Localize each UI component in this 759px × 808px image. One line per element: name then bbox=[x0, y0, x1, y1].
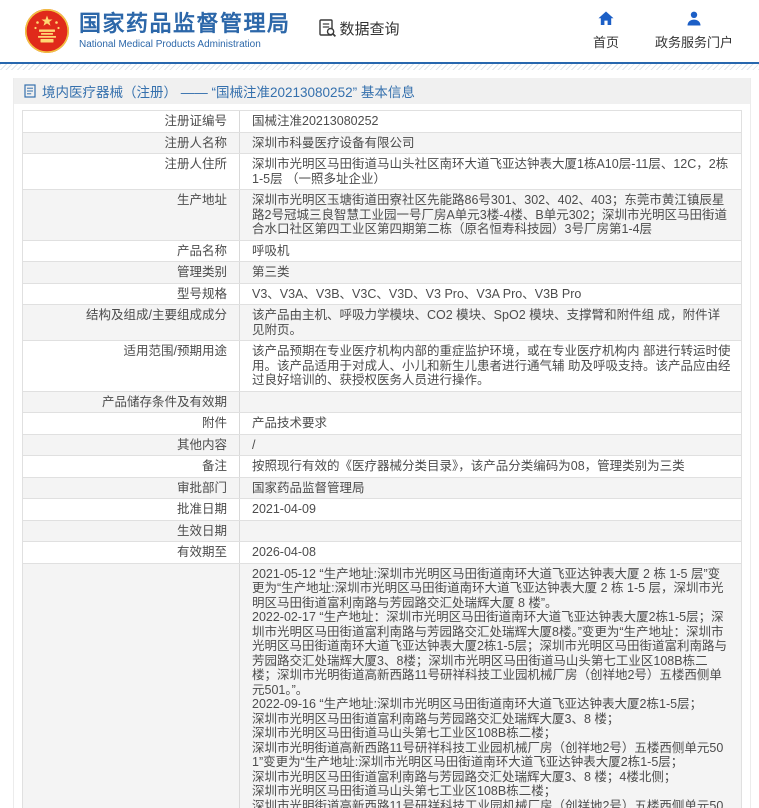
document-icon bbox=[24, 84, 36, 98]
row-label bbox=[23, 564, 239, 808]
row-label: 审批部门 bbox=[23, 478, 239, 499]
row-label: 批准日期 bbox=[23, 499, 239, 520]
row-label: 适用范围/预期用途 bbox=[23, 341, 239, 391]
row-label: 备注 bbox=[23, 456, 239, 477]
row-value: 产品技术要求 bbox=[239, 413, 741, 434]
table-row: 2021-05-12 “生产地址:深圳市光明区马田街道南环大道飞亚达钟表大厦 2… bbox=[23, 564, 741, 808]
data-search-icon bbox=[317, 18, 337, 38]
table-row: 产品储存条件及有效期 bbox=[23, 392, 741, 414]
site-subtitle: National Medical Products Administration bbox=[79, 39, 291, 50]
row-value: 第三类 bbox=[239, 262, 741, 283]
nav-home[interactable]: 首页 bbox=[593, 11, 619, 51]
table-row: 附件 产品技术要求 bbox=[23, 413, 741, 435]
row-value: V3、V3A、V3B、V3C、V3D、V3 Pro、V3A Pro、V3B Pr… bbox=[239, 284, 741, 305]
info-table: 注册证编号 国械注准20213080252 注册人名称 深圳市科曼医疗设备有限公… bbox=[22, 110, 742, 808]
row-value: 国家药品监督管理局 bbox=[239, 478, 741, 499]
row-value: / bbox=[239, 435, 741, 456]
row-label: 型号规格 bbox=[23, 284, 239, 305]
row-value: 2021-04-09 bbox=[239, 499, 741, 520]
row-value: 深圳市光明区马田街道马山头社区南环大道飞亚达钟表大厦1栋A10层-11层、12C… bbox=[239, 154, 741, 189]
table-row: 审批部门 国家药品监督管理局 bbox=[23, 478, 741, 500]
row-value: 按照现行有效的《医疗器械分类目录》，该产品分类编码为08，管理类别为三类 bbox=[239, 456, 741, 477]
home-icon bbox=[598, 11, 614, 29]
row-value: 深圳市科曼医疗设备有限公司 bbox=[239, 133, 741, 154]
table-row: 管理类别 第三类 bbox=[23, 262, 741, 284]
page: 国家药品监督管理局 National Medical Products Admi… bbox=[0, 0, 759, 808]
row-label: 附件 bbox=[23, 413, 239, 434]
row-label: 管理类别 bbox=[23, 262, 239, 283]
content-container: 境内医疗器械（注册） —— “国械注准20213080252” 基本信息 注册证… bbox=[13, 78, 751, 808]
table-row: 注册人住所 深圳市光明区马田街道马山头社区南环大道飞亚达钟表大厦1栋A10层-1… bbox=[23, 154, 741, 190]
table-row: 备注 按照现行有效的《医疗器械分类目录》，该产品分类编码为08，管理类别为三类 bbox=[23, 456, 741, 478]
row-value: 呼吸机 bbox=[239, 241, 741, 262]
data-query-label: 数据查询 bbox=[340, 18, 400, 39]
row-value: 2021-05-12 “生产地址:深圳市光明区马田街道南环大道飞亚达钟表大厦 2… bbox=[239, 564, 741, 808]
table-row: 适用范围/预期用途 该产品预期在专业医疗机构内部的重症监护环境，或在专业医疗机构… bbox=[23, 341, 741, 392]
brand-logo[interactable]: 国家药品监督管理局 National Medical Products Admi… bbox=[24, 8, 291, 54]
row-label: 产品储存条件及有效期 bbox=[23, 392, 239, 413]
nav-home-label: 首页 bbox=[593, 32, 619, 51]
table-row: 批准日期 2021-04-09 bbox=[23, 499, 741, 521]
row-label: 注册人名称 bbox=[23, 133, 239, 154]
table-row: 生效日期 bbox=[23, 521, 741, 543]
nav-gov-portal[interactable]: 政务服务门户 bbox=[655, 11, 733, 51]
row-label: 结构及组成/主要组成成分 bbox=[23, 305, 239, 340]
table-row: 注册人名称 深圳市科曼医疗设备有限公司 bbox=[23, 133, 741, 155]
site-header: 国家药品监督管理局 National Medical Products Admi… bbox=[0, 0, 759, 62]
breadcrumb-text: 境内医疗器械（注册） —— “国械注准20213080252” 基本信息 bbox=[42, 81, 415, 101]
row-value: 国械注准20213080252 bbox=[239, 111, 741, 132]
table-row: 生产地址 深圳市光明区玉塘街道田寮社区先能路86号301、302、402、403… bbox=[23, 190, 741, 241]
row-label: 生效日期 bbox=[23, 521, 239, 542]
top-nav: 首页 政务服务门户 bbox=[593, 11, 739, 51]
table-row: 其他内容 / bbox=[23, 435, 741, 457]
national-emblem-icon bbox=[24, 8, 70, 54]
breadcrumb: 境内医疗器械（注册） —— “国械注准20213080252” 基本信息 bbox=[14, 78, 750, 104]
row-value: 深圳市光明区玉塘街道田寮社区先能路86号301、302、402、403；东莞市黄… bbox=[239, 190, 741, 240]
nav-data-query[interactable]: 数据查询 bbox=[317, 18, 400, 39]
row-value: 该产品由主机、呼吸力学模块、CO2 模块、SpO2 模块、支撑臂和附件组 成，附… bbox=[239, 305, 741, 340]
table-row: 注册证编号 国械注准20213080252 bbox=[23, 111, 741, 133]
user-icon bbox=[686, 11, 702, 29]
table-row: 结构及组成/主要组成成分 该产品由主机、呼吸力学模块、CO2 模块、SpO2 模… bbox=[23, 305, 741, 341]
row-label: 生产地址 bbox=[23, 190, 239, 240]
row-value bbox=[239, 521, 741, 542]
row-label: 有效期至 bbox=[23, 542, 239, 563]
decorative-hatch-band bbox=[0, 64, 759, 70]
table-row: 有效期至 2026-04-08 bbox=[23, 542, 741, 564]
brand-text: 国家药品监督管理局 National Medical Products Admi… bbox=[79, 12, 291, 49]
table-row: 型号规格 V3、V3A、V3B、V3C、V3D、V3 Pro、V3A Pro、V… bbox=[23, 284, 741, 306]
row-label: 注册证编号 bbox=[23, 111, 239, 132]
nav-gov-portal-label: 政务服务门户 bbox=[655, 32, 733, 51]
row-label: 注册人住所 bbox=[23, 154, 239, 189]
table-row: 产品名称 呼吸机 bbox=[23, 241, 741, 263]
row-label: 产品名称 bbox=[23, 241, 239, 262]
row-value bbox=[239, 392, 741, 413]
row-value: 该产品预期在专业医疗机构内部的重症监护环境，或在专业医疗机构内 部进行转运时使用… bbox=[239, 341, 741, 391]
site-title: 国家药品监督管理局 bbox=[79, 12, 291, 36]
row-label: 其他内容 bbox=[23, 435, 239, 456]
row-value: 2026-04-08 bbox=[239, 542, 741, 563]
